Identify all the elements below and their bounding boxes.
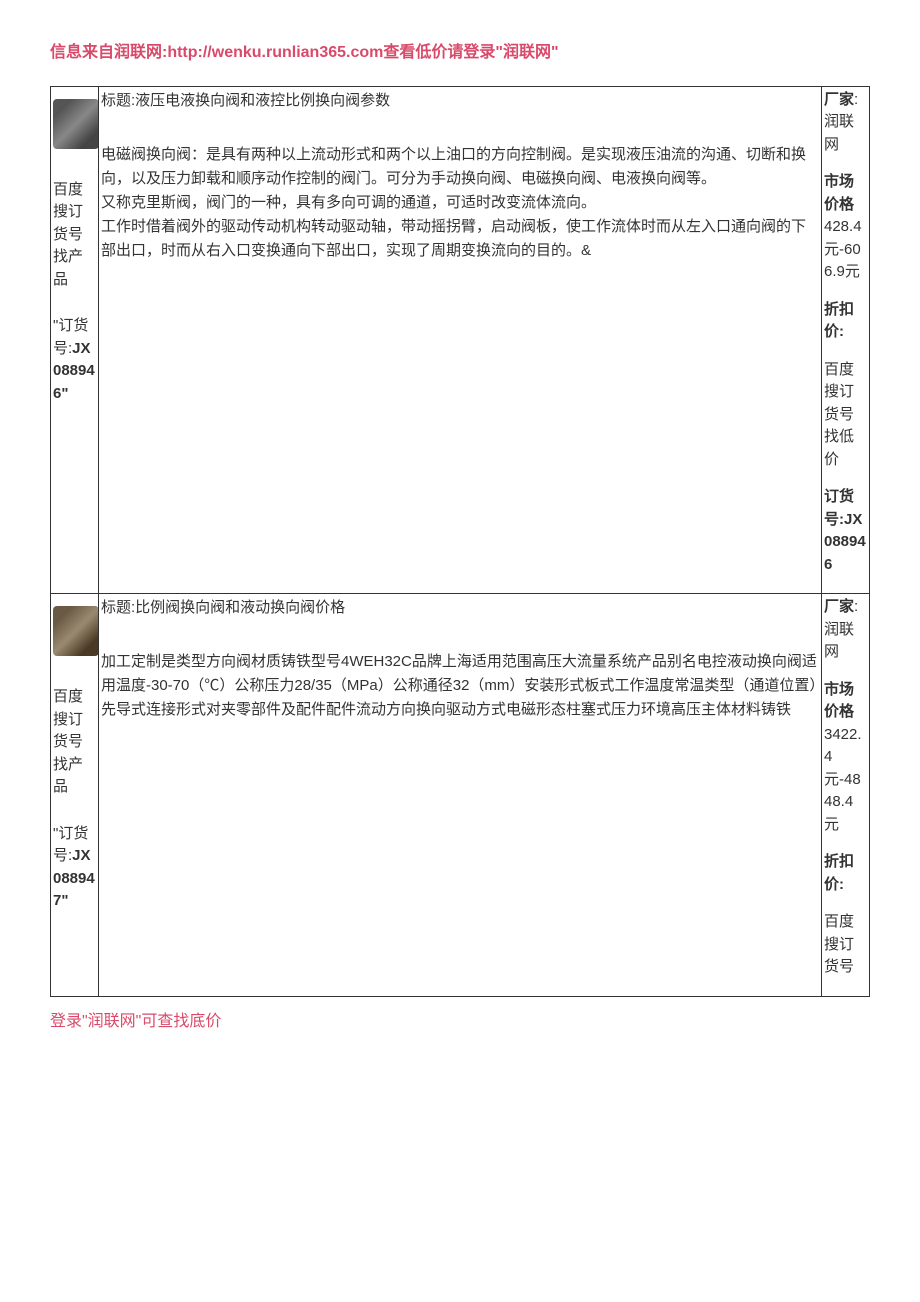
product-description: 加工定制是类型方向阀材质铸铁型号4WEH32C品牌上海适用范围高压大流量系统产品… — [101, 650, 819, 722]
search-hint-right: 百度搜订货号 — [824, 911, 867, 979]
maker-block: 厂家:润联网 — [824, 596, 867, 664]
search-hint-right: 百度搜订货号找低价 — [824, 359, 867, 472]
discount-label: 折扣价: — [824, 851, 867, 896]
mid-cell: 标题:比例阀换向阀和液动换向阀价格 加工定制是类型方向阀材质铸铁型号4WEH32… — [99, 594, 822, 997]
mid-cell: 标题:液压电液换向阀和液控比例换向阀参数 电磁阀换向阀：是具有两种以上流动形式和… — [99, 86, 822, 594]
order-block: 订货号:JX088946 — [824, 486, 867, 576]
table-row: 百度搜订货号找产品 "订货号:JX088946" 标题:液压电液换向阀和液控比例… — [51, 86, 870, 594]
discount-label: 折扣价: — [824, 299, 867, 344]
search-hint: 百度搜订货号找产品 — [53, 179, 96, 292]
order-label: "订货号:JX088946" — [53, 315, 96, 405]
product-title: 标题:比例阀换向阀和液动换向阀价格 — [101, 596, 819, 620]
left-cell: 百度搜订货号找产品 "订货号:JX088946" — [51, 86, 99, 594]
search-hint: 百度搜订货号找产品 — [53, 686, 96, 799]
price-value: 428.4元-606.9元 — [824, 216, 867, 284]
product-table: 百度搜订货号找产品 "订货号:JX088946" 标题:液压电液换向阀和液控比例… — [50, 86, 870, 997]
price-label: 市场价格 — [824, 171, 867, 216]
product-title: 标题:液压电液换向阀和液控比例换向阀参数 — [101, 89, 819, 113]
page-footer: 登录"润联网"可查找底价 — [50, 1009, 870, 1035]
product-description: 电磁阀换向阀：是具有两种以上流动形式和两个以上油口的方向控制阀。是实现液压油流的… — [101, 143, 819, 263]
product-thumb-icon — [53, 99, 99, 149]
table-row: 百度搜订货号找产品 "订货号:JX088947" 标题:比例阀换向阀和液动换向阀… — [51, 594, 870, 997]
maker-label: 厂家 — [824, 91, 854, 108]
maker-block: 厂家:润联网 — [824, 89, 867, 157]
page-header: 信息来自润联网:http://wenku.runlian365.com查看低价请… — [50, 40, 870, 66]
price-value: 3422.4元-4848.4元 — [824, 724, 867, 837]
order-label: "订货号:JX088947" — [53, 823, 96, 913]
right-cell: 厂家:润联网 市场价格 428.4元-606.9元 折扣价: 百度搜订货号找低价… — [822, 86, 870, 594]
price-label: 市场价格 — [824, 679, 867, 724]
price-block: 市场价格 3422.4元-4848.4元 — [824, 679, 867, 837]
left-cell: 百度搜订货号找产品 "订货号:JX088947" — [51, 594, 99, 997]
right-cell: 厂家:润联网 市场价格 3422.4元-4848.4元 折扣价: 百度搜订货号 — [822, 594, 870, 997]
maker-label: 厂家 — [824, 598, 854, 615]
price-block: 市场价格 428.4元-606.9元 — [824, 171, 867, 284]
product-thumb-icon — [53, 606, 99, 656]
